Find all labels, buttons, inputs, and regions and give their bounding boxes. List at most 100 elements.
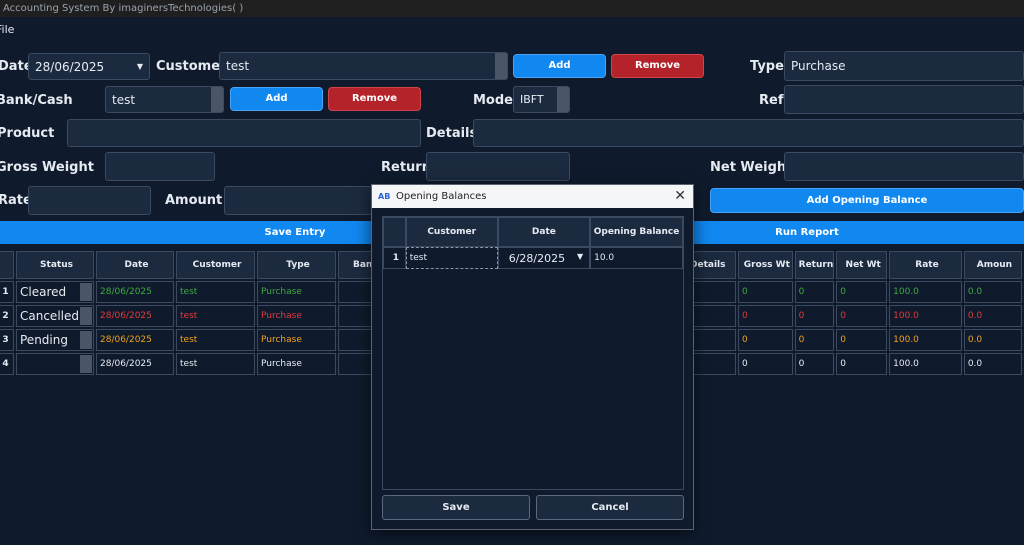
mode-combo[interactable]: IBFT (513, 86, 570, 113)
type-field[interactable]: Purchase (784, 51, 1024, 81)
col-customer[interactable]: Customer (405, 217, 498, 247)
status-cell[interactable]: Cancelled (16, 305, 94, 327)
date-cell[interactable]: 6/28/2025 ▼ (497, 247, 591, 269)
customer-combo[interactable]: test (219, 52, 508, 80)
net-wt-cell[interactable]: 0 (836, 281, 888, 303)
menu-file[interactable]: File (0, 23, 14, 36)
row-header-corner (0, 251, 14, 279)
return-cell[interactable]: 0 (794, 353, 835, 375)
col-net-wt[interactable]: Net Wt (836, 251, 888, 279)
customer-cell[interactable]: test (176, 305, 255, 327)
dropdown-arrow-icon[interactable]: ▼ (137, 54, 143, 79)
combo-scrollbar[interactable] (211, 87, 223, 112)
product-label: Product (0, 126, 55, 141)
table-row[interactable]: 0 0 0 100.0 0.0 (685, 353, 1022, 375)
return-cell[interactable]: 0 (794, 281, 835, 303)
add-opening-balance-button[interactable]: Add Opening Balance (710, 188, 1024, 213)
bank-combo[interactable]: test (105, 86, 224, 113)
remove-customer-button[interactable]: Remove (611, 54, 704, 78)
type-cell[interactable]: Purchase (257, 329, 336, 351)
amount-label: Amount (165, 193, 223, 208)
rate-input[interactable] (28, 186, 151, 215)
table-row[interactable]: 1 Cleared 28/06/2025 test Purchase (0, 281, 398, 303)
table-row[interactable]: 3 Pending 28/06/2025 test Purchase (0, 329, 398, 351)
gross-weight-input[interactable] (105, 152, 215, 181)
date-cell[interactable]: 28/06/2025 (96, 305, 174, 327)
net-wt-cell[interactable]: 0 (836, 329, 888, 351)
col-gross-wt[interactable]: Gross Wt (738, 251, 793, 279)
date-cell[interactable]: 28/06/2025 (96, 353, 174, 375)
ref-input[interactable] (784, 85, 1024, 114)
balance-cell[interactable]: 10.0 (590, 247, 683, 269)
rate-cell[interactable]: 100.0 (889, 305, 962, 327)
gross-wt-cell[interactable]: 0 (738, 329, 793, 351)
status-combo-scrollbar[interactable] (80, 331, 92, 349)
amount-cell[interactable]: 0.0 (963, 329, 1022, 351)
add-customer-button[interactable]: Add (513, 54, 606, 78)
gross-wt-cell[interactable]: 0 (738, 305, 793, 327)
status-combo-scrollbar[interactable] (80, 307, 92, 325)
close-icon[interactable]: ✕ (674, 185, 686, 207)
col-date[interactable]: Date (96, 251, 174, 279)
table-row[interactable]: 0 0 0 100.0 0.0 (685, 329, 1022, 351)
date-cell[interactable]: 28/06/2025 (96, 329, 174, 351)
combo-scrollbar[interactable] (557, 87, 569, 112)
dropdown-arrow-icon[interactable]: ▼ (577, 252, 583, 261)
amount-cell[interactable]: 0.0 (963, 305, 1022, 327)
status-cell[interactable] (16, 353, 94, 375)
net-weight-input[interactable] (784, 152, 1024, 181)
window-title: Accounting System By imaginersTechnologi… (0, 0, 1024, 17)
amount-cell[interactable]: 0.0 (963, 353, 1022, 375)
net-wt-cell[interactable]: 0 (836, 353, 888, 375)
type-cell[interactable]: Purchase (257, 305, 336, 327)
status-combo-scrollbar[interactable] (80, 355, 92, 373)
rate-cell[interactable]: 100.0 (889, 329, 962, 351)
table-row[interactable]: 2 Cancelled 28/06/2025 test Purchase (0, 305, 398, 327)
gross-wt-cell[interactable]: 0 (738, 353, 793, 375)
row-number-value: 1 (2, 287, 9, 297)
status-cell[interactable]: Cleared (16, 281, 94, 303)
col-customer[interactable]: Customer (176, 251, 255, 279)
status-combo-scrollbar[interactable] (80, 283, 92, 301)
col-return[interactable]: Return (794, 251, 835, 279)
col-status[interactable]: Status (16, 251, 94, 279)
date-cell[interactable]: 28/06/2025 (96, 281, 174, 303)
return-input[interactable] (426, 152, 570, 181)
type-cell[interactable]: Purchase (257, 281, 336, 303)
table-row[interactable]: 4 28/06/2025 test Purchase (0, 353, 398, 375)
return-cell[interactable]: 0 (794, 305, 835, 327)
status-cell[interactable]: Pending (16, 329, 94, 351)
status-cell-value: Cleared (20, 285, 67, 299)
gross-wt-cell[interactable]: 0 (738, 281, 793, 303)
customer-cell[interactable]: test (176, 353, 255, 375)
customer-cell[interactable]: test (405, 247, 498, 269)
amount-input[interactable] (224, 186, 374, 215)
customer-cell[interactable]: test (176, 281, 255, 303)
customer-cell[interactable]: test (176, 329, 255, 351)
net-wt-cell-value: 0 (840, 311, 846, 321)
rate-cell[interactable]: 100.0 (889, 281, 962, 303)
save-button[interactable]: Save (382, 495, 530, 520)
type-cell[interactable]: Purchase (257, 353, 336, 375)
return-cell[interactable]: 0 (794, 329, 835, 351)
table-row[interactable]: 0 0 0 100.0 0.0 (685, 281, 1022, 303)
col-opening-balance[interactable]: Opening Balance (590, 217, 683, 247)
combo-scrollbar[interactable] (495, 53, 507, 79)
status-cell-value: Pending (20, 333, 68, 347)
amount-cell[interactable]: 0.0 (963, 281, 1022, 303)
net-wt-cell[interactable]: 0 (836, 305, 888, 327)
mode-value: IBFT (520, 93, 544, 106)
product-input[interactable] (67, 119, 421, 147)
dialog-title: Opening Balances (396, 191, 487, 202)
rate-cell[interactable]: 100.0 (889, 353, 962, 375)
col-type[interactable]: Type (257, 251, 336, 279)
col-amount[interactable]: Amoun (963, 251, 1022, 279)
table-row[interactable]: 0 0 0 100.0 0.0 (685, 305, 1022, 327)
date-picker[interactable]: 28/06/2025 ▼ (28, 53, 150, 80)
add-bank-button[interactable]: Add (230, 87, 323, 111)
col-rate[interactable]: Rate (889, 251, 962, 279)
details-input[interactable] (473, 119, 1024, 147)
remove-bank-button[interactable]: Remove (328, 87, 421, 111)
col-date[interactable]: Date (497, 217, 591, 247)
cancel-button[interactable]: Cancel (536, 495, 684, 520)
